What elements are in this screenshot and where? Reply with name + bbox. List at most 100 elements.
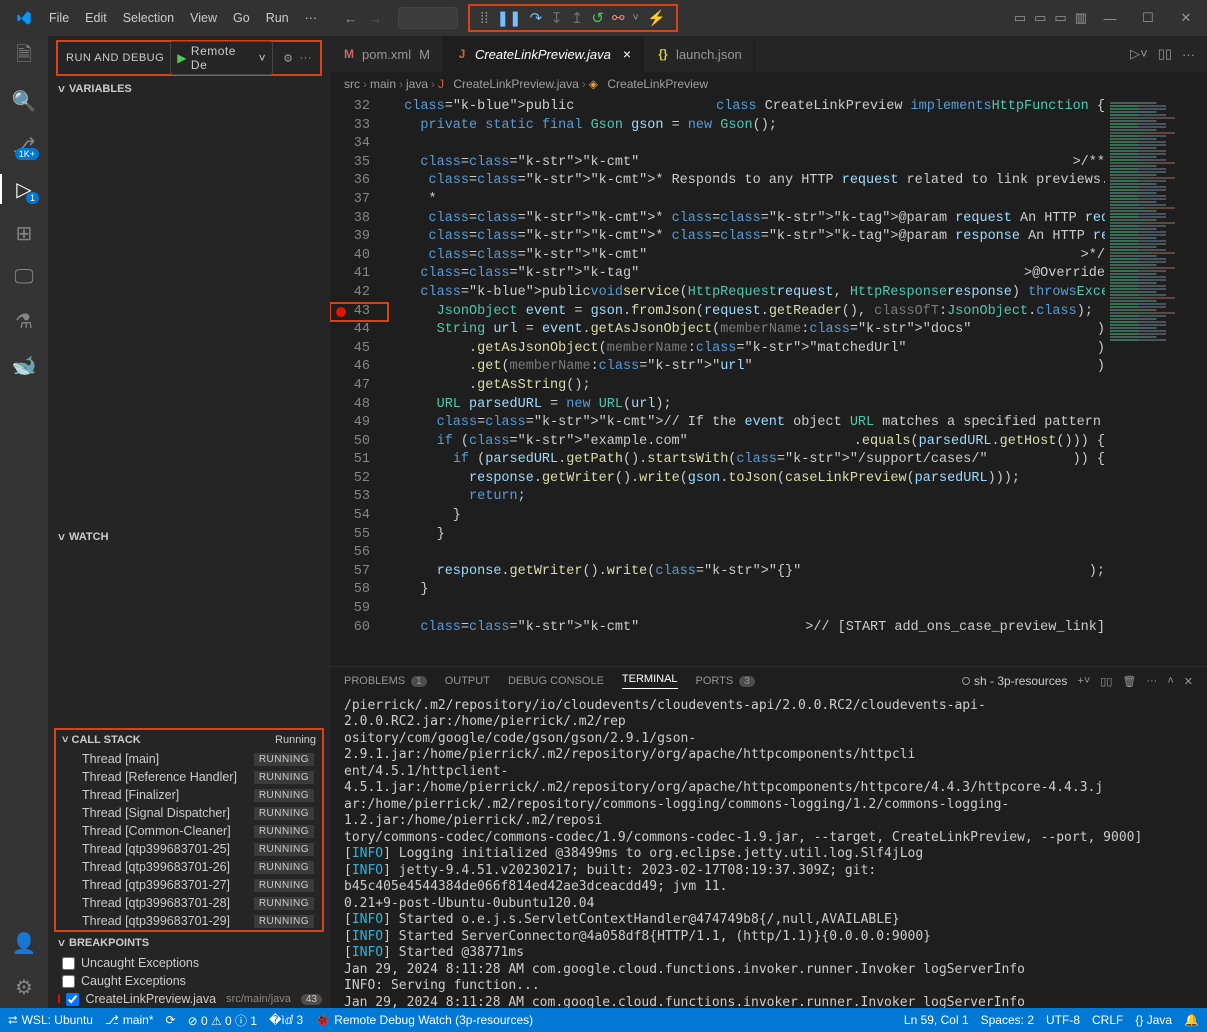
line-number[interactable]: 42 xyxy=(330,284,388,303)
crumb-java[interactable]: java xyxy=(406,77,428,91)
tab-debug-console[interactable]: DEBUG CONSOLE xyxy=(508,675,604,687)
bp-file-row[interactable]: CreateLinkPreview.java src/main/java 43 xyxy=(48,990,330,1008)
restart-icon[interactable]: ↺ xyxy=(591,9,604,27)
remote-indicator[interactable]: ⮂WSL: Ubuntu xyxy=(8,1013,93,1028)
crumb-file[interactable]: CreateLinkPreview.java xyxy=(453,77,578,91)
run-debug-icon[interactable]: ▷1 xyxy=(11,176,37,202)
layout-panel3-icon[interactable]: ▭ xyxy=(1054,10,1066,26)
thread-row[interactable]: Thread [main]RUNNING xyxy=(56,750,322,768)
line-number[interactable]: 57 xyxy=(330,563,388,582)
line-number[interactable]: 45 xyxy=(330,340,388,359)
line-number[interactable]: 59 xyxy=(330,600,388,619)
window-maximize-icon[interactable]: ☐ xyxy=(1133,10,1163,26)
more-icon[interactable]: ··· xyxy=(300,52,313,64)
line-number[interactable]: 37 xyxy=(330,191,388,210)
thread-row[interactable]: Thread [Reference Handler]RUNNING xyxy=(56,768,322,786)
line-number[interactable]: 49 xyxy=(330,414,388,433)
thread-row[interactable]: Thread [Signal Dispatcher]RUNNING xyxy=(56,804,322,822)
menu-selection[interactable]: Selection xyxy=(116,7,181,29)
breakpoint-dot-icon[interactable] xyxy=(336,307,346,317)
git-branch[interactable]: ⎇main* xyxy=(105,1013,154,1027)
line-number[interactable]: 41 xyxy=(330,265,388,284)
start-debug-icon[interactable]: ▶ xyxy=(177,51,187,65)
close-panel-icon[interactable]: ✕ xyxy=(1184,675,1193,688)
terminal-output[interactable]: /pierrick/.m2/repository/io/cloudevents/… xyxy=(330,696,1207,1008)
breadcrumb[interactable]: src› main› java› J CreateLinkPreview.jav… xyxy=(330,72,1207,96)
window-minimize-icon[interactable]: — xyxy=(1095,11,1125,26)
pause-icon[interactable]: ❚❚ xyxy=(496,9,521,27)
code-editor[interactable]: 32 class="k-blue">public class CreateLin… xyxy=(330,96,1105,666)
line-number[interactable]: 48 xyxy=(330,396,388,415)
line-number[interactable]: 60 xyxy=(330,619,388,638)
bp-caught[interactable]: Caught Exceptions xyxy=(48,972,330,990)
testing-icon[interactable]: ⚗ xyxy=(11,308,37,334)
chevron-down-icon[interactable]: ˅ xyxy=(633,12,639,24)
line-number[interactable]: 32 xyxy=(330,98,388,117)
tab-output[interactable]: OUTPUT xyxy=(445,675,490,687)
ports-status[interactable]: �ìⅆ 3 xyxy=(269,1013,303,1027)
bp-uncaught-checkbox[interactable] xyxy=(62,957,75,970)
line-number[interactable]: 51 xyxy=(330,451,388,470)
line-number[interactable]: 43 xyxy=(330,303,388,322)
line-number[interactable]: 53 xyxy=(330,488,388,507)
step-into-icon[interactable]: ↧ xyxy=(550,9,563,27)
minimap[interactable] xyxy=(1105,96,1207,666)
thread-row[interactable]: Thread [qtp399683701-28]RUNNING xyxy=(56,894,322,912)
line-number[interactable]: 47 xyxy=(330,377,388,396)
line-number[interactable]: 56 xyxy=(330,544,388,563)
line-number[interactable]: 44 xyxy=(330,321,388,340)
menu-file[interactable]: File xyxy=(42,7,76,29)
menu-edit[interactable]: Edit xyxy=(78,7,114,29)
tab-pom-xml[interactable]: Mpom.xmlM xyxy=(330,36,443,72)
gear-icon[interactable]: ⚙ xyxy=(283,52,293,65)
menu-go[interactable]: Go xyxy=(226,7,257,29)
encoding[interactable]: UTF-8 xyxy=(1046,1013,1080,1027)
menu-more[interactable]: ··· xyxy=(298,7,325,29)
kill-terminal-icon[interactable]: 🗑 xyxy=(1122,675,1136,688)
split-terminal-icon[interactable]: ▯▯ xyxy=(1100,675,1112,688)
line-number[interactable]: 55 xyxy=(330,526,388,545)
cursor-position[interactable]: Ln 59, Col 1 xyxy=(904,1013,969,1027)
thread-row[interactable]: Thread [Common-Cleaner]RUNNING xyxy=(56,822,322,840)
debug-session[interactable]: 🐞Remote Debug Watch (3p-resources) xyxy=(315,1013,533,1027)
bp-uncaught[interactable]: Uncaught Exceptions xyxy=(48,954,330,972)
tab-ports[interactable]: PORTS3 xyxy=(696,675,755,687)
line-number[interactable]: 40 xyxy=(330,247,388,266)
nav-forward-icon[interactable]: → xyxy=(369,11,382,26)
step-out-icon[interactable]: ↥ xyxy=(571,9,584,27)
line-number[interactable]: 38 xyxy=(330,210,388,229)
settings-gear-icon[interactable]: ⚙ xyxy=(11,974,37,1000)
terminal-picker[interactable]: sh - 3p-resources xyxy=(962,674,1067,688)
nav-back-icon[interactable]: ← xyxy=(344,11,357,26)
line-number[interactable]: 54 xyxy=(330,507,388,526)
source-control-icon[interactable]: ⎇1K+ xyxy=(11,132,37,158)
crumb-class[interactable]: CreateLinkPreview xyxy=(607,77,708,91)
tab-problems[interactable]: PROBLEMS1 xyxy=(344,675,427,687)
tab-launch-json[interactable]: {}launch.json xyxy=(644,36,755,72)
thread-row[interactable]: Thread [qtp399683701-27]RUNNING xyxy=(56,876,322,894)
line-number[interactable]: 35 xyxy=(330,154,388,173)
search-icon[interactable]: 🔍 xyxy=(11,88,37,114)
section-watch[interactable]: ˅WATCH xyxy=(48,526,330,548)
drag-handle-icon[interactable]: ⁞⁞ xyxy=(480,10,488,27)
bp-file-checkbox[interactable] xyxy=(66,993,79,1006)
line-number[interactable]: 52 xyxy=(330,470,388,489)
layout-customize-icon[interactable]: ▥ xyxy=(1075,10,1087,26)
line-number[interactable]: 36 xyxy=(330,172,388,191)
line-number[interactable]: 58 xyxy=(330,581,388,600)
docker-icon[interactable]: 🐋 xyxy=(11,352,37,378)
indentation[interactable]: Spaces: 2 xyxy=(981,1013,1034,1027)
sync-status[interactable]: ⟳ xyxy=(166,1013,176,1027)
eol[interactable]: CRLF xyxy=(1092,1013,1123,1027)
tab-createlinkpreview[interactable]: JCreateLinkPreview.java× xyxy=(443,36,644,72)
layout-panel1-icon[interactable]: ▭ xyxy=(1014,10,1026,26)
chevron-up-icon[interactable]: ˄ xyxy=(1167,675,1173,687)
accounts-icon[interactable]: 👤 xyxy=(11,930,37,956)
step-over-icon[interactable]: ↷ xyxy=(530,9,543,27)
remote-explorer-icon[interactable]: 🖵 xyxy=(11,264,37,290)
crumb-main[interactable]: main xyxy=(370,77,396,91)
hot-reload-icon[interactable]: ⚡ xyxy=(647,9,666,27)
new-terminal-icon[interactable]: +˅ xyxy=(1077,675,1090,687)
more-actions-icon[interactable]: ··· xyxy=(1182,47,1195,62)
explorer-icon[interactable]: 🗎 xyxy=(11,44,37,70)
